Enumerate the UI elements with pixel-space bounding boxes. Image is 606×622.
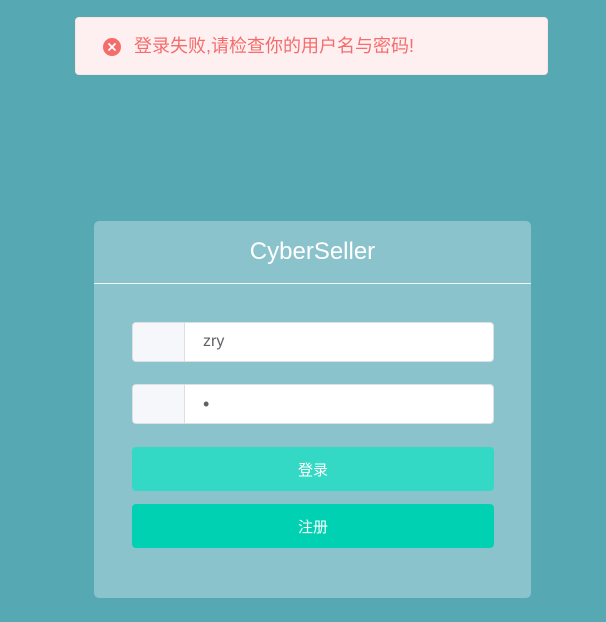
username-field bbox=[132, 322, 494, 362]
register-button[interactable]: 注册 bbox=[132, 504, 494, 548]
password-input[interactable] bbox=[185, 385, 493, 423]
error-message-text: 登录失败,请检查你的用户名与密码! bbox=[134, 36, 415, 56]
username-prepend bbox=[133, 323, 185, 361]
card-header: CyberSeller bbox=[94, 221, 531, 284]
username-input[interactable] bbox=[185, 323, 493, 361]
password-prepend bbox=[133, 385, 185, 423]
error-message-toast: 登录失败,请检查你的用户名与密码! bbox=[75, 17, 548, 75]
app-title: CyberSeller bbox=[249, 238, 376, 265]
error-circle-icon bbox=[103, 38, 121, 56]
login-button[interactable]: 登录 bbox=[132, 447, 494, 491]
login-card: CyberSeller 登录 注册 bbox=[94, 221, 531, 598]
password-field bbox=[132, 384, 494, 424]
